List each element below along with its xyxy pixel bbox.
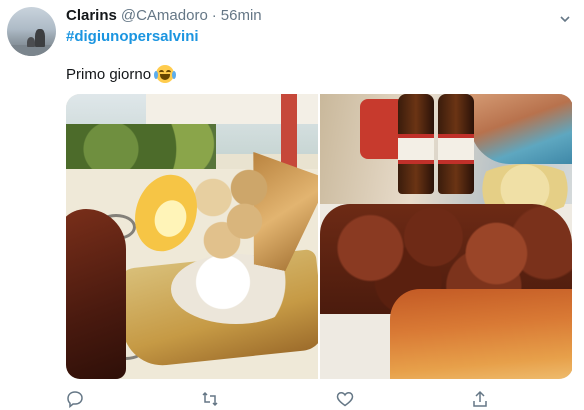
tweet-text: Primo giorno [66,65,177,83]
avatar[interactable] [7,7,56,56]
tweet[interactable]: Clarins @CAmadoro · 56min #digiunopersal… [0,0,584,410]
like-icon[interactable] [336,390,356,408]
header-separator: · [211,7,217,24]
avatar-rock [35,29,45,47]
avatar-rock-small [27,37,35,47]
tweet-timestamp[interactable]: 56min [221,7,262,24]
chevron-down-icon[interactable] [560,11,570,23]
share-icon[interactable] [471,390,491,408]
retweet-icon[interactable] [201,390,221,408]
author-name[interactable]: Clarins [66,7,117,24]
author-handle[interactable]: @CAmadoro [121,7,208,24]
media-grid [66,94,573,379]
tears-of-joy-emoji-icon [154,65,177,83]
reply-icon[interactable] [66,390,86,409]
tweet-text-content: Primo giorno [66,65,152,83]
tweet-actions [66,390,573,410]
photo-octopus-stew[interactable] [320,94,572,379]
tweet-header: Clarins @CAmadoro · 56min [66,7,262,25]
photo-fried-seafood[interactable] [66,94,318,379]
hashtag-link[interactable]: #digiunopersalvini [66,28,199,45]
